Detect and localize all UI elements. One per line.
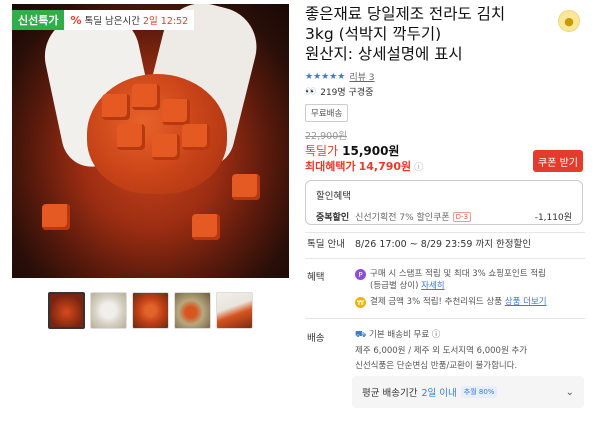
delivery-label: 배송 (307, 333, 325, 344)
delivery-fee-line: ⛟ 기본 배송비 무료 ⓘ (355, 329, 440, 341)
jeju-fee-text: 제주 6,000원 / 제주 외 도서지역 6,000원 추가 (355, 346, 528, 356)
original-price: 22,900원 (305, 131, 347, 142)
deal-price-row: 톡딜가 15,900원 (305, 142, 399, 159)
divider (305, 258, 585, 259)
delivery-fee-text: 기본 배송비 무료 (369, 330, 430, 340)
discount-desc: 신선기획전 7% 할인쿠폰 (355, 213, 450, 223)
won-coin-icon: ₩ (355, 297, 366, 308)
max-benefit-price: 14,790원 (358, 160, 412, 173)
countdown-value: 2일 12:52 (142, 16, 189, 27)
discount-title: 할인혜택 (316, 191, 351, 202)
benefit-text-1: 구매 시 스탬프 적립 및 최대 3% 쇼핑포인트 적립 (등급별 상이) 자세… (370, 269, 546, 291)
deal-price-label: 톡딜가 (305, 144, 339, 158)
discount-box: 할인혜택 중복할인 신선기획전 7% 할인쿠폰 D-3 -1,110원 (305, 180, 583, 225)
avg-delivery-label: 평균 배송기간 (362, 388, 418, 399)
percent-icon: % (70, 13, 82, 27)
divider (305, 318, 585, 319)
thumbnail-2[interactable] (90, 292, 127, 329)
deal-guide-text: 8/26 17:00 ~ 8/29 23:59 까지 한정할인 (355, 239, 531, 250)
benefit-line-2: ₩ 결제 금액 3% 적립! 추천리워드 상품 상품 더보기 (355, 296, 547, 308)
benefit-line-1: P 구매 시 스탬프 적립 및 최대 3% 쇼핑포인트 적립 (등급별 상이) … (355, 268, 546, 292)
eyes-icon: 👀 (305, 86, 317, 97)
thumbnail-5[interactable] (216, 292, 253, 329)
deal-guide-label: 톡딜 안내 (307, 239, 345, 250)
product-title: 좋은재료 당일제조 전라도 김치 3kg (석박지 깍두기) 원산지: 상세설명… (305, 4, 545, 64)
max-benefit-row: 최대혜택가 14,790원 ⓘ (305, 158, 423, 174)
title-line-2: 3kg (석박지 깍두기) (305, 25, 442, 43)
discount-amount: -1,110원 (534, 213, 572, 223)
viewers-text: 219명 구경중 (320, 88, 374, 98)
point-icon: P (355, 269, 366, 280)
thumbnail-1[interactable] (48, 292, 85, 329)
info-icon[interactable]: ⓘ (432, 330, 441, 340)
benefit-label: 혜택 (307, 272, 325, 283)
d-day-chip: D-3 (452, 211, 472, 222)
divider (305, 232, 585, 233)
discount-line: 중복할인 신선기획전 7% 할인쿠폰 D-3 -1,110원 (316, 210, 572, 223)
deal-badge: 신선특가 % 톡딜 남은시간 2일 12:52 (12, 10, 195, 30)
average-delivery-box[interactable]: 평균 배송기간 2일 이내 추월 80% ⌄ (352, 376, 584, 408)
review-link[interactable]: 리뷰 3 (349, 70, 374, 83)
info-icon[interactable]: ⓘ (414, 160, 423, 173)
max-benefit-label: 최대혜택가 (305, 160, 356, 173)
deal-price-value: 15,900원 (342, 144, 400, 158)
star-rating: ★★★★★ (305, 71, 346, 82)
truck-icon: ⛟ (355, 330, 367, 340)
chevron-down-icon: ⌄ (565, 386, 574, 398)
fresh-deal-badge: 신선특가 (12, 10, 65, 30)
rating-row: ★★★★★ 리뷰 3 (305, 70, 375, 84)
main-product-image: 신선특가 % 톡딜 남은시간 2일 12:52 (12, 4, 289, 278)
free-shipping-tag: 무료배송 (305, 104, 349, 122)
thumbnail-4[interactable] (174, 292, 211, 329)
coupon-button[interactable]: 쿠폰 받기 (533, 150, 583, 172)
countdown-prefix: 톡딜 남은시간 (84, 16, 140, 27)
discount-key: 중복할인 (316, 213, 350, 223)
detail-link[interactable]: 자세히 (421, 281, 444, 291)
title-line-1: 좋은재료 당일제조 전라도 김치 (305, 5, 506, 23)
thumbnail-3[interactable] (132, 292, 169, 329)
avg-delivery-value: 2일 이내 (421, 388, 457, 399)
fresh-notice-text: 신선식품은 단순변심 반품/교환이 불가합니다. (355, 361, 518, 371)
avg-delivery-chip: 추월 80% (460, 386, 498, 398)
more-products-link[interactable]: 상품 더보기 (505, 297, 547, 307)
thumbnail-strip (48, 292, 253, 329)
title-line-3: 원산지: 상세설명에 표시 (305, 45, 463, 63)
viewers-row: 👀 219명 구경중 (305, 85, 374, 99)
benefit-text-2: 결제 금액 3% 적립! 추천리워드 상품 상품 더보기 (370, 297, 547, 307)
countdown-badge: % 톡딜 남은시간 2일 12:52 (64, 10, 195, 30)
coin-icon[interactable]: ● (558, 10, 580, 32)
